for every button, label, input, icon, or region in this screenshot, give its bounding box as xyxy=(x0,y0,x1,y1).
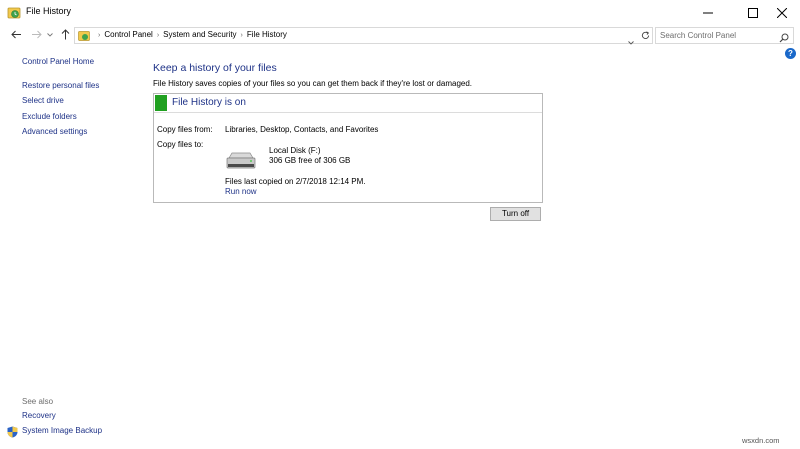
status-indicator xyxy=(155,95,167,111)
close-button[interactable] xyxy=(764,0,800,26)
shield-icon xyxy=(7,425,18,438)
search-box[interactable] xyxy=(655,27,794,44)
up-arrow-icon xyxy=(61,29,69,40)
see-also-label: See also xyxy=(22,397,54,406)
control-panel-icon xyxy=(78,29,90,41)
copy-from-value: Libraries, Desktop, Contacts, and Favori… xyxy=(225,125,379,134)
refresh-button[interactable] xyxy=(639,29,651,41)
last-copied-text: Files last copied on 2/7/2018 12:14 PM. xyxy=(225,177,366,186)
minimize-button[interactable] xyxy=(690,0,726,26)
minimize-icon xyxy=(703,12,713,14)
sidebar-item-select-drive[interactable]: Select drive xyxy=(22,96,64,105)
turn-off-button[interactable]: Turn off xyxy=(490,207,541,221)
sidebar-item-exclude-folders[interactable]: Exclude folders xyxy=(22,112,77,121)
drive-space: 306 GB free of 306 GB xyxy=(269,156,351,165)
sidebar-item-restore-personal-files[interactable]: Restore personal files xyxy=(22,81,99,90)
status-panel: File History is on Copy files from: Libr… xyxy=(153,93,543,203)
breadcrumb-file-history[interactable]: File History xyxy=(247,30,287,39)
see-also-system-image-backup-link[interactable]: System Image Backup xyxy=(22,426,102,435)
status-title: File History is on xyxy=(172,97,246,108)
see-also-recovery-link[interactable]: Recovery xyxy=(22,411,56,420)
hard-drive-icon xyxy=(226,152,256,170)
sidebar-item-advanced-settings[interactable]: Advanced settings xyxy=(22,127,87,136)
window-title: File History xyxy=(26,6,72,16)
page-title: Keep a history of your files xyxy=(153,62,277,74)
address-bar[interactable]: › Control Panel › System and Security › File … xyxy=(74,27,653,45)
address-dropdown-button[interactable] xyxy=(628,32,634,50)
title-bar: File History xyxy=(0,0,800,26)
file-history-icon xyxy=(7,6,21,20)
breadcrumb-separator[interactable]: › xyxy=(153,32,163,39)
breadcrumb-control-panel[interactable]: Control Panel xyxy=(104,30,152,39)
sidebar-item-control-panel-home[interactable]: Control Panel Home xyxy=(22,57,94,66)
forward-button[interactable] xyxy=(29,28,43,41)
breadcrumb: › Control Panel › System and Security › File … xyxy=(94,30,287,39)
search-icon[interactable] xyxy=(779,30,789,48)
close-icon xyxy=(777,8,787,18)
chevron-down-icon xyxy=(628,41,634,45)
copy-from-label: Copy files from: xyxy=(157,125,213,134)
watermark: wsxdn.com xyxy=(742,436,780,445)
back-arrow-icon xyxy=(10,30,21,39)
drive-name: Local Disk (F:) xyxy=(269,146,321,155)
page-description: File History saves copies of your files … xyxy=(153,79,473,88)
up-button[interactable] xyxy=(59,28,71,41)
chevron-down-icon xyxy=(47,32,53,37)
status-header: File History is on xyxy=(154,94,542,113)
run-now-link[interactable]: Run now xyxy=(225,187,257,196)
breadcrumb-system-and-security[interactable]: System and Security xyxy=(163,30,236,39)
back-button[interactable] xyxy=(9,28,23,41)
recent-locations-button[interactable] xyxy=(46,28,54,41)
breadcrumb-separator: › xyxy=(98,32,101,39)
help-button[interactable]: ? xyxy=(785,48,796,59)
refresh-icon xyxy=(641,30,649,39)
maximize-icon xyxy=(748,8,758,18)
forward-arrow-icon xyxy=(31,30,42,39)
breadcrumb-separator[interactable]: › xyxy=(237,32,247,39)
copy-to-label: Copy files to: xyxy=(157,140,204,149)
search-input[interactable] xyxy=(660,29,770,41)
